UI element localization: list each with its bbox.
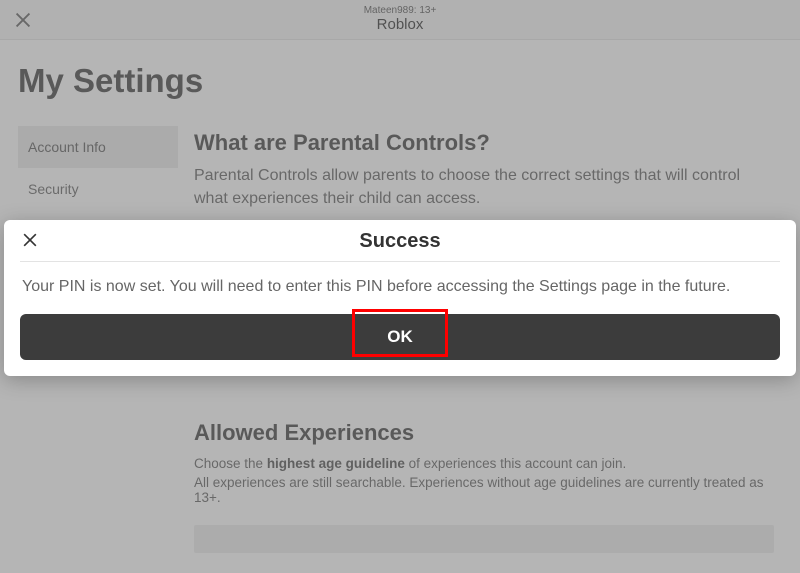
- modal-header: Success: [20, 230, 780, 262]
- modal-title: Success: [359, 230, 440, 253]
- success-modal: Success Your PIN is now set. You will ne…: [4, 220, 796, 376]
- modal-body-text: Your PIN is now set. You will need to en…: [20, 262, 780, 314]
- close-icon[interactable]: [20, 230, 40, 250]
- ok-button[interactable]: OK: [20, 314, 780, 360]
